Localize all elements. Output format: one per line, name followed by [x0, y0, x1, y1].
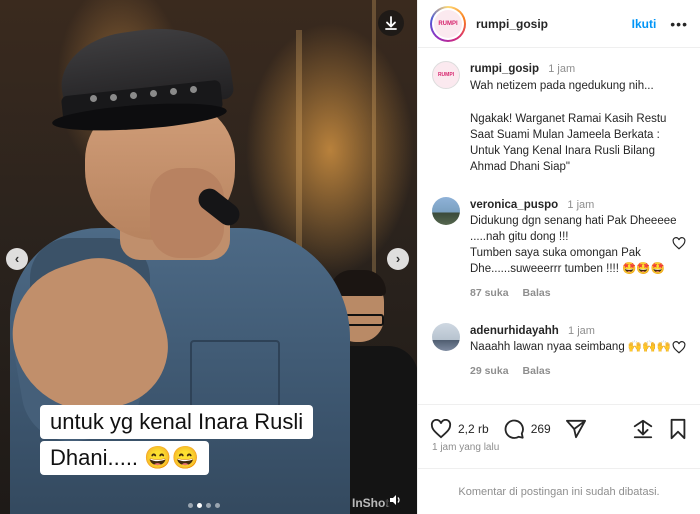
- comment-text: Naaahh lawan nyaa seimbang 🙌🙌🙌: [470, 341, 671, 353]
- profile-username[interactable]: rumpi_gosip: [476, 17, 548, 31]
- inshot-watermark: InShot: [352, 496, 390, 510]
- download-icon: [385, 16, 397, 30]
- like-comment-heart-icon[interactable]: [672, 237, 686, 250]
- avatar[interactable]: RUMPI GOSSIP: [432, 61, 460, 89]
- more-options-icon[interactable]: •••: [670, 16, 688, 32]
- comment-likes[interactable]: 87 suka: [470, 285, 509, 301]
- comment-count[interactable]: 269: [531, 422, 551, 436]
- avatar[interactable]: [432, 197, 460, 225]
- next-slide-button[interactable]: ›: [387, 248, 409, 270]
- profile-avatar[interactable]: RUMPI GOSSIP: [430, 5, 466, 42]
- post-timestamp: 1 jam yang lalu: [432, 442, 500, 453]
- post-details-panel: RUMPI GOSSIP rumpi_gosip Ikuti ••• RUMPI…: [417, 0, 700, 514]
- carousel-indicator: [188, 503, 220, 508]
- comment-text: Didukung dgn senang hati Pak Dheeeee ...…: [470, 215, 677, 243]
- like-comment-heart-icon[interactable]: [672, 341, 686, 354]
- caption-line-2: Dhani..... 😄😄: [40, 441, 209, 475]
- post-media[interactable]: untuk yg kenal Inara Rusli Dhani..... 😄😄…: [0, 0, 417, 514]
- post-caption: RUMPI GOSSIP rumpi_gosip 1 jam Wah netiz…: [432, 61, 688, 175]
- comment-likes[interactable]: 29 suka: [470, 363, 509, 379]
- save-bookmark-icon[interactable]: [668, 418, 688, 440]
- reply-button[interactable]: Balas: [523, 363, 551, 379]
- speaker-icon: [390, 495, 400, 505]
- comments-list[interactable]: RUMPI GOSSIP rumpi_gosip 1 jam Wah netiz…: [418, 49, 700, 404]
- comment-item: veronica_puspo 1 jam Didukung dgn senang…: [432, 197, 688, 301]
- avatar[interactable]: [432, 323, 460, 351]
- like-count[interactable]: 2,2 rb: [458, 422, 489, 436]
- avatar-logo: RUMPI GOSSIP: [434, 9, 462, 38]
- caption-time: 1 jam: [548, 63, 576, 75]
- caption-username[interactable]: rumpi_gosip: [470, 63, 539, 75]
- share-icon[interactable]: [565, 419, 587, 439]
- comment-username[interactable]: adenurhidayahh: [470, 325, 559, 337]
- reply-button[interactable]: Balas: [523, 285, 551, 301]
- post-header: RUMPI GOSSIP rumpi_gosip Ikuti •••: [418, 0, 700, 48]
- repost-icon[interactable]: [632, 418, 654, 440]
- carousel-dot: [206, 503, 211, 508]
- comment-time: 1 jam: [567, 199, 595, 211]
- caption-line-1: untuk yg kenal Inara Rusli: [40, 405, 314, 439]
- comment-time: 1 jam: [568, 325, 595, 337]
- like-heart-icon[interactable]: [430, 418, 452, 439]
- carousel-dot: [215, 503, 220, 508]
- comments-limited-notice: Komentar di postingan ini sudah dibatasi…: [418, 468, 700, 514]
- carousel-dot: [188, 503, 193, 508]
- comment-text: Tumben saya suka omongan Pak Dhe......su…: [470, 247, 666, 275]
- caption-body: Ngakak! Warganet Ramai Kasih Restu Saat …: [470, 113, 667, 173]
- caption-line: Wah netizem pada ngedukung nih...: [470, 80, 654, 92]
- video-caption: untuk yg kenal Inara Rusli Dhani..... 😄😄: [40, 405, 340, 475]
- download-button[interactable]: [378, 10, 404, 36]
- previous-slide-button[interactable]: ‹: [6, 248, 28, 270]
- comment-item: adenurhidayahh 1 jam Naaahh lawan nyaa s…: [432, 323, 688, 379]
- follow-button[interactable]: Ikuti: [632, 17, 657, 31]
- comment-username[interactable]: veronica_puspo: [470, 199, 558, 211]
- carousel-dot-active: [197, 503, 202, 508]
- mute-button[interactable]: [385, 490, 405, 510]
- comment-icon[interactable]: [503, 418, 525, 440]
